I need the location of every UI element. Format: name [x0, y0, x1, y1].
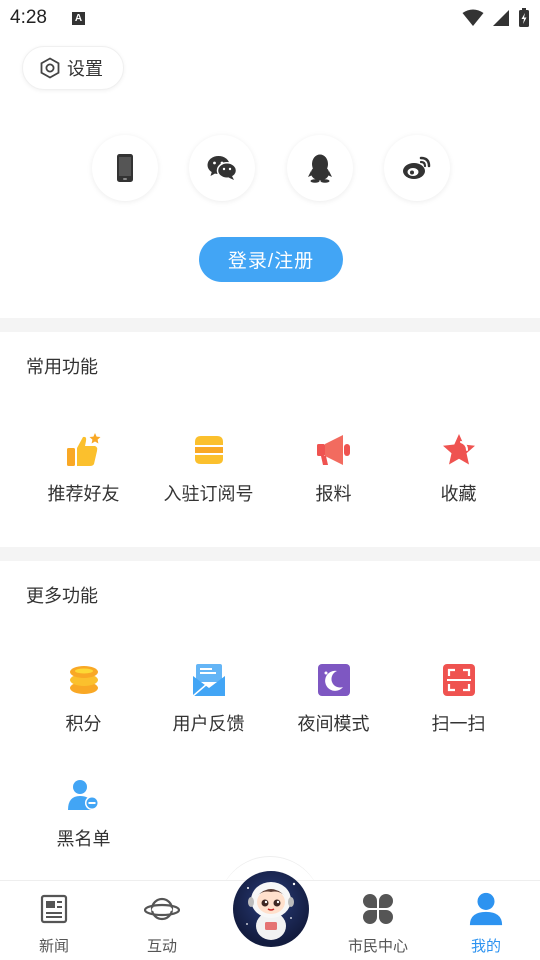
- star-icon: [439, 430, 479, 470]
- blacklist-user-icon: [64, 775, 104, 815]
- status-bar: 4:28 A: [0, 0, 540, 36]
- report-news-button[interactable]: 报料: [266, 430, 401, 520]
- wechat-login-button[interactable]: [189, 135, 255, 201]
- tab-mine[interactable]: 我的: [432, 881, 540, 960]
- tab-news[interactable]: 新闻: [0, 881, 108, 960]
- scan-label: 扫一扫: [431, 714, 486, 735]
- battery-icon: [519, 8, 529, 27]
- user-icon: [468, 891, 504, 927]
- tab-citizen-center-label: 市民中心: [347, 937, 408, 955]
- common-functions-title: 常用功能: [26, 357, 98, 378]
- night-mode-label: 夜间模式: [297, 714, 370, 735]
- phone-login-button[interactable]: [92, 135, 158, 201]
- feedback-mail-icon: [189, 660, 229, 700]
- signal-icon: [493, 10, 509, 26]
- section-divider: [0, 547, 540, 561]
- tab-citizen-center[interactable]: 市民中心: [324, 881, 432, 960]
- tab-mine-label: 我的: [470, 937, 501, 955]
- clover-icon: [360, 891, 396, 927]
- points-label: 积分: [65, 714, 102, 735]
- wechat-icon: [207, 156, 237, 180]
- section-divider: [0, 318, 540, 332]
- recommend-friends-button[interactable]: 推荐好友: [16, 430, 151, 520]
- subscribe-account-label: 入驻订阅号: [163, 484, 254, 505]
- moon-icon: [314, 660, 354, 700]
- login-register-button[interactable]: 登录/注册: [199, 237, 343, 282]
- store-icon: [189, 430, 229, 470]
- favorites-button[interactable]: 收藏: [391, 430, 526, 520]
- center-tab-button[interactable]: [233, 871, 309, 947]
- weibo-login-button[interactable]: [384, 135, 450, 201]
- notification-icon: A: [72, 12, 85, 25]
- report-news-label: 报料: [315, 484, 352, 505]
- qq-icon: [308, 154, 332, 183]
- user-feedback-button[interactable]: 用户反馈: [141, 660, 276, 750]
- tab-news-label: 新闻: [38, 937, 69, 955]
- hexagon-gear-icon: [40, 57, 60, 79]
- phone-icon: [117, 154, 133, 182]
- tab-interaction[interactable]: 互动: [108, 881, 216, 960]
- settings-button[interactable]: 设置: [22, 46, 124, 90]
- thumbs-up-icon: [64, 430, 104, 470]
- wifi-icon: [462, 9, 484, 26]
- user-feedback-label: 用户反馈: [172, 714, 245, 735]
- blacklist-label: 黑名单: [56, 829, 111, 850]
- planet-icon: [144, 891, 180, 927]
- tab-interaction-label: 互动: [146, 937, 177, 955]
- status-icons: [462, 8, 530, 28]
- qq-login-button[interactable]: [287, 135, 353, 201]
- megaphone-icon: [314, 430, 354, 470]
- subscribe-account-button[interactable]: 入驻订阅号: [141, 430, 276, 520]
- scan-button[interactable]: 扫一扫: [391, 660, 526, 750]
- social-login-row: [92, 135, 450, 201]
- night-mode-button[interactable]: 夜间模式: [266, 660, 401, 750]
- astronaut-mascot-icon: [246, 882, 296, 940]
- blacklist-button[interactable]: 黑名单: [16, 775, 151, 865]
- coins-icon: [64, 660, 104, 700]
- more-functions-title: 更多功能: [26, 586, 98, 607]
- recommend-friends-label: 推荐好友: [47, 484, 120, 505]
- points-button[interactable]: 积分: [16, 660, 151, 750]
- scan-icon: [439, 660, 479, 700]
- favorites-label: 收藏: [440, 484, 477, 505]
- status-time: 4:28: [10, 7, 47, 28]
- newspaper-icon: [36, 891, 72, 927]
- settings-label: 设置: [67, 59, 103, 80]
- weibo-icon: [403, 156, 431, 179]
